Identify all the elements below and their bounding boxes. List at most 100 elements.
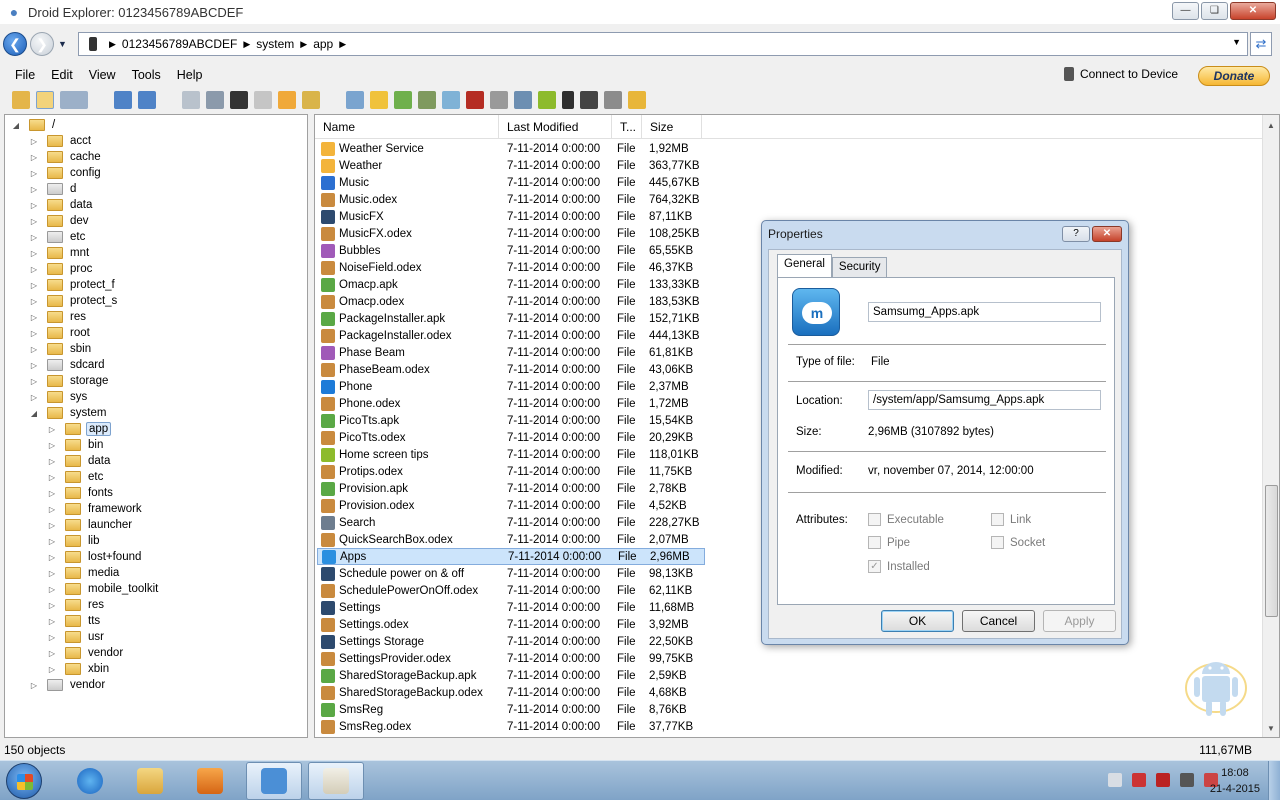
table-row[interactable]: Music.odex 7-11-2014 0:00:00 File 764,32KB bbox=[317, 191, 703, 208]
address-dropdown-icon[interactable]: ▼ bbox=[1232, 37, 1241, 47]
copy-left-icon[interactable] bbox=[114, 91, 132, 109]
table-row[interactable]: SettingsProvider.odex 7-11-2014 0:00:00 Fi… bbox=[317, 650, 703, 667]
tree-item[interactable]: ▷ vendor bbox=[47, 645, 125, 661]
tree-icon[interactable] bbox=[206, 91, 224, 109]
table-row[interactable]: PicoTts.apk 7-11-2014 0:00:00 File 15,54KB bbox=[317, 412, 703, 429]
tree-item[interactable]: ▷ dev bbox=[29, 213, 91, 229]
chevron-right-icon[interactable]: ▶ bbox=[300, 39, 307, 50]
table-row[interactable]: SmsReg 7-11-2014 0:00:00 File 8,76KB bbox=[317, 701, 703, 718]
expand-icon[interactable]: ▷ bbox=[29, 233, 39, 242]
expand-icon[interactable]: ▷ bbox=[29, 393, 39, 402]
table-row[interactable]: Settings Storage 7-11-2014 0:00:00 File 22,… bbox=[317, 633, 703, 650]
flag-alert-icon[interactable] bbox=[1132, 773, 1146, 787]
tree-item[interactable]: ▷ protect_f bbox=[29, 277, 117, 293]
tree-item[interactable]: ▷ lib bbox=[47, 533, 102, 549]
install-icon[interactable] bbox=[394, 91, 412, 109]
expand-icon[interactable]: ▷ bbox=[29, 281, 39, 290]
table-row[interactable]: Bubbles 7-11-2014 0:00:00 File 65,55KB bbox=[317, 242, 703, 259]
menu-help[interactable]: Help bbox=[170, 68, 210, 82]
screenshot-icon[interactable] bbox=[254, 91, 272, 109]
table-row[interactable]: Omacp.apk 7-11-2014 0:00:00 File 133,33KB bbox=[317, 276, 703, 293]
folders-toggle-icon[interactable] bbox=[36, 91, 54, 109]
table-row[interactable]: Provision.odex 7-11-2014 0:00:00 File 4,52K… bbox=[317, 497, 703, 514]
table-row[interactable]: Protips.odex 7-11-2014 0:00:00 File 11,75KB bbox=[317, 463, 703, 480]
folder-up-icon[interactable] bbox=[12, 91, 30, 109]
expand-icon[interactable]: ▷ bbox=[47, 425, 57, 434]
expand-icon[interactable]: ▷ bbox=[47, 601, 57, 610]
tree-item[interactable]: ▷ res bbox=[47, 597, 106, 613]
windows-icon[interactable] bbox=[514, 91, 532, 109]
table-row[interactable]: NoiseField.odex 7-11-2014 0:00:00 File 46,3… bbox=[317, 259, 703, 276]
sync-icon[interactable] bbox=[442, 91, 460, 109]
note-icon[interactable] bbox=[370, 91, 388, 109]
expand-icon[interactable]: ▷ bbox=[29, 185, 39, 194]
tab-general[interactable]: General bbox=[777, 254, 832, 278]
tree-item[interactable]: ▷ res bbox=[29, 309, 88, 325]
taskbar-ie[interactable] bbox=[62, 762, 118, 800]
tree-item[interactable]: ▷ app bbox=[47, 421, 112, 437]
tree-item[interactable]: ▷ d bbox=[29, 181, 78, 197]
menu-view[interactable]: View bbox=[82, 68, 123, 82]
tree-item[interactable]: ▷ media bbox=[47, 565, 121, 581]
image-icon[interactable] bbox=[580, 91, 598, 109]
table-row[interactable]: MusicFX 7-11-2014 0:00:00 File 87,11KB bbox=[317, 208, 703, 225]
folder-tree[interactable]: ◢ / ▷ acct ▷ cache ▷ config ▷ d ▷ data ▷ dev ▷ etc ▷ mnt ▷… bbox=[4, 114, 308, 738]
expand-icon[interactable]: ▷ bbox=[47, 553, 57, 562]
tree-item[interactable]: ▷ root bbox=[29, 325, 92, 341]
table-row[interactable]: QuickSearchBox.odex 7-11-2014 0:00:00 File… bbox=[317, 531, 703, 548]
tree-item[interactable]: ▷ fonts bbox=[47, 485, 115, 501]
tree-item[interactable]: ▷ proc bbox=[29, 261, 94, 277]
chevron-right-icon[interactable]: ▶ bbox=[339, 39, 346, 50]
menu-file[interactable]: File bbox=[8, 68, 42, 82]
socket-checkbox[interactable]: Socket bbox=[991, 536, 1045, 549]
table-row[interactable]: PicoTts.odex 7-11-2014 0:00:00 File 20,29KB bbox=[317, 429, 703, 446]
tree-item[interactable]: ◢ system bbox=[29, 405, 108, 421]
expand-icon[interactable]: ▷ bbox=[29, 361, 39, 370]
close-button[interactable]: ✕ bbox=[1230, 2, 1276, 20]
expand-icon[interactable]: ▷ bbox=[29, 377, 39, 386]
table-row[interactable]: PackageInstaller.odex 7-11-2014 0:00:00 Fi… bbox=[317, 327, 703, 344]
android-icon[interactable] bbox=[538, 91, 556, 109]
back-button[interactable]: ❮ bbox=[3, 32, 27, 56]
table-row[interactable]: Settings.odex 7-11-2014 0:00:00 File 3,92MB bbox=[317, 616, 703, 633]
location-field[interactable]: /system/app/Samsumg_Apps.apk bbox=[868, 390, 1101, 410]
tree-item[interactable]: ▷ framework bbox=[47, 501, 144, 517]
tree-item[interactable]: ▷ data bbox=[47, 453, 112, 469]
pipe-checkbox[interactable]: Pipe bbox=[868, 536, 910, 549]
network-alert-icon[interactable] bbox=[1156, 773, 1170, 787]
ok-button[interactable]: OK bbox=[881, 610, 954, 632]
table-row[interactable]: Schedule power on & off 7-11-2014 0:00:00… bbox=[317, 565, 703, 582]
expand-icon[interactable]: ▷ bbox=[29, 153, 39, 162]
donate-button[interactable]: Donate bbox=[1198, 66, 1270, 86]
expand-icon[interactable]: ▷ bbox=[47, 457, 57, 466]
database-icon[interactable] bbox=[628, 91, 646, 109]
taskbar-droid-explorer[interactable] bbox=[246, 762, 302, 800]
collapse-icon[interactable]: ◢ bbox=[11, 121, 21, 130]
collapse-icon[interactable]: ◢ bbox=[29, 409, 39, 418]
expand-icon[interactable]: ▷ bbox=[29, 265, 39, 274]
expand-icon[interactable]: ▷ bbox=[29, 169, 39, 178]
expand-icon[interactable]: ▷ bbox=[29, 681, 39, 690]
expand-icon[interactable]: ▷ bbox=[29, 329, 39, 338]
terminal-icon[interactable] bbox=[230, 91, 248, 109]
taskbar-explorer[interactable] bbox=[122, 762, 178, 800]
table-row[interactable]: Apps 7-11-2014 0:00:00 File 2,96MB bbox=[317, 548, 705, 565]
signal-icon[interactable] bbox=[1180, 773, 1194, 787]
table-row[interactable]: Weather Service 7-11-2014 0:00:00 File 1,92… bbox=[317, 140, 703, 157]
expand-icon[interactable]: ▷ bbox=[29, 345, 39, 354]
restore-button[interactable]: ❏ bbox=[1201, 2, 1228, 20]
expand-icon[interactable]: ▷ bbox=[47, 537, 57, 546]
tree-item[interactable]: ▷ storage bbox=[29, 373, 110, 389]
sdcard-icon[interactable] bbox=[490, 91, 508, 109]
table-row[interactable]: SharedStorageBackup.odex 7-11-2014 0:00:0… bbox=[317, 684, 703, 701]
table-row[interactable]: Home screen tips 7-11-2014 0:00:00 File 118… bbox=[317, 446, 703, 463]
tree-item[interactable]: ▷ etc bbox=[29, 229, 87, 245]
chevron-right-icon[interactable]: ▶ bbox=[109, 39, 116, 50]
executable-checkbox[interactable]: Executable bbox=[868, 513, 944, 526]
history-dropdown-icon[interactable]: ▼ bbox=[58, 39, 67, 49]
tree-item[interactable]: ▷ mnt bbox=[29, 245, 91, 261]
tree-item[interactable]: ▷ sbin bbox=[29, 341, 93, 357]
bug-icon[interactable] bbox=[418, 91, 436, 109]
table-row[interactable]: Music 7-11-2014 0:00:00 File 445,67KB bbox=[317, 174, 703, 191]
tree-item[interactable]: ▷ data bbox=[29, 197, 94, 213]
